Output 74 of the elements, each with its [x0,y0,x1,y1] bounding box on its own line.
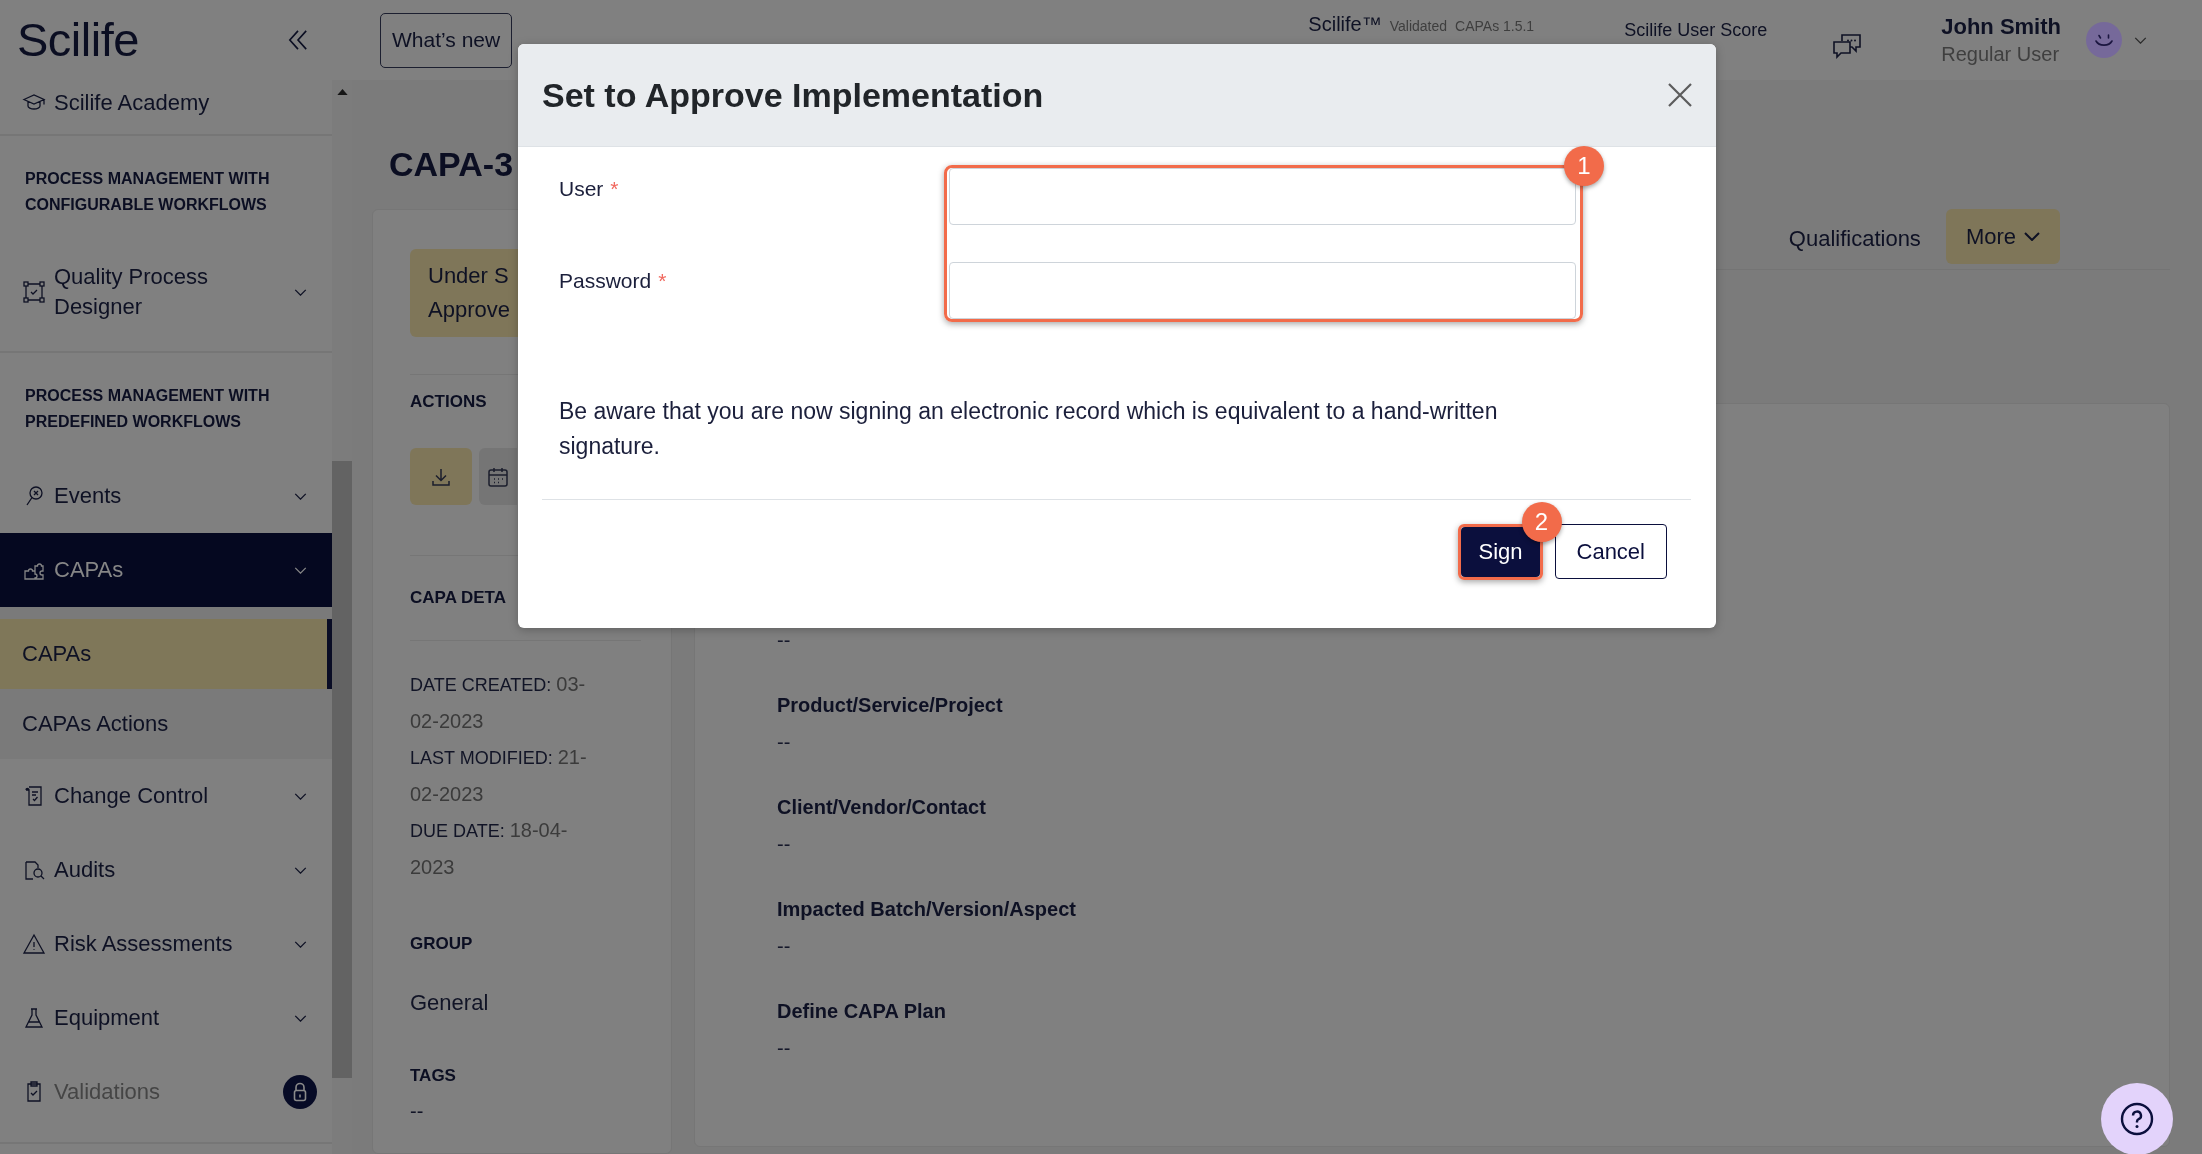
chevron-down-icon [293,288,307,296]
double-chevron-left-icon[interactable] [288,28,308,52]
chevron-down-icon [293,866,307,874]
field-label: Client/Vendor/Contact [777,795,986,820]
section-heading: GROUP [410,933,473,955]
scrollbar-thumb[interactable] [332,461,352,1078]
date-detail: DUE DATE: 18-04-2023 [410,818,569,880]
field-value: -- [777,934,791,958]
chevron-down-icon [293,566,307,574]
sidebar-subitem[interactable]: CAPAs [0,619,332,689]
sidebar-item[interactable]: Quality Process Designer [0,242,332,342]
calendar-button[interactable] [479,448,517,505]
scroll-up-arrow-icon[interactable] [336,89,348,95]
step-number-badge: 1 [1564,146,1604,186]
field-label: Impacted Batch/Version/Aspect [777,897,1076,922]
sidebar-item[interactable]: Validations [0,1055,332,1129]
notice-text: Be aware that you are now signing an electronic record which is equivalent to a hand-written signature. [559,397,1499,461]
field-value: -- [777,730,791,754]
lock-icon [283,1075,317,1109]
chevron-down-icon [2024,232,2040,241]
edition-label: Validated [1389,17,1448,35]
document-search-icon [22,858,46,882]
score-label: Scilife User Score [1624,19,1768,41]
sidebar-item[interactable]: Change Control [0,759,332,833]
cancel-button[interactable]: Cancel [1554,524,1667,579]
field-value: -- [777,832,791,856]
chat-bubbles-icon[interactable] [1831,32,1864,62]
scrollbar[interactable] [332,80,352,1154]
section-heading: ACTIONS [410,391,487,413]
close-icon[interactable] [1667,82,1693,108]
sidebar-link[interactable]: Scilife Academy [0,80,332,125]
user-name: John Smith [1941,13,2061,41]
date-detail: LAST MODIFIED: 21-02-2023 [410,745,588,807]
warning-icon [22,932,46,956]
whats-new-button[interactable]: What’s new [380,12,513,68]
section-heading: CAPA DETA [410,587,506,609]
field-value: -- [777,1036,791,1060]
tab[interactable]: Qualifications [1788,224,1921,254]
more-button[interactable]: More [1945,209,2060,264]
chevron-down-icon[interactable] [2134,36,2147,44]
user-role: Regular User [1941,42,2060,67]
step-number-badge: 2 [1521,502,1562,542]
field-label: User * [559,176,619,202]
version-label: CAPAs 1.5.1 [1455,17,1535,35]
chevron-down-icon [293,792,307,800]
question-icon [2119,1101,2155,1137]
field-label: Product/Service/Project [777,693,1003,718]
field-label: Define CAPA Plan [777,999,946,1024]
status-badge: Under S Approve [410,249,518,337]
section-heading: TAGS [410,1065,456,1087]
dialog-title: Set to Approve Implementation [542,75,1044,116]
smiley-avatar-icon[interactable] [2086,22,2122,58]
field-value: -- [777,628,791,652]
sidebar-item[interactable]: Equipment [0,981,332,1055]
download-button[interactable] [410,448,472,505]
logo: Scilife [17,12,139,68]
sidebar-item[interactable]: Risk Assessments [0,907,332,981]
field-label: Password * [559,268,667,294]
flask-icon [22,1006,46,1030]
workflow-diagram-icon [22,280,46,304]
chevron-down-icon [293,1014,307,1022]
record-title: CAPA-3 [389,144,514,185]
sidebar-item[interactable]: Audits [0,833,332,907]
input-field[interactable] [949,262,1576,319]
product-name: Scilife™ [1308,12,1382,37]
date-detail: DATE CREATED: 03-02-2023 [410,672,587,734]
tags-value: -- [410,1099,424,1123]
group-value: General [410,989,489,1017]
sidebar-item[interactable]: Events [0,459,332,533]
chevron-down-icon [293,492,307,500]
sidebar-subitem[interactable]: CAPAs Actions [0,689,332,759]
input-field[interactable] [949,168,1576,225]
sidebar-item[interactable]: CAPAs [0,533,332,607]
chevron-down-icon [293,940,307,948]
